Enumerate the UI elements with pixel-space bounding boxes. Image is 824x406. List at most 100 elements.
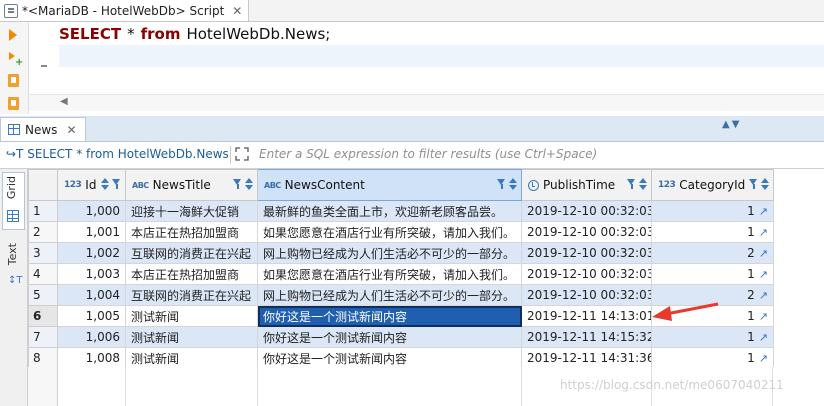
cell-newstitle[interactable]: 测试新闻 bbox=[125, 347, 258, 369]
cell-newscontent[interactable]: 如果您愿意在酒店行业有所突破，请加入我们。 bbox=[257, 263, 522, 285]
row-number[interactable]: 6 bbox=[28, 305, 58, 327]
cell-publishtime[interactable]: 2019-12-10 00:32:03 bbox=[521, 221, 652, 243]
cell-categoryid[interactable]: 1 ↗ bbox=[651, 263, 774, 285]
close-icon[interactable]: ✕ bbox=[232, 4, 242, 18]
execute-statement-button[interactable] bbox=[7, 28, 21, 42]
cell-newstitle[interactable]: 测试新闻 bbox=[125, 305, 258, 327]
filter-icon[interactable] bbox=[749, 178, 758, 190]
cell-newstitle[interactable]: 互联网的消费正在兴起 bbox=[125, 242, 258, 264]
row-number[interactable]: 7 bbox=[28, 326, 58, 348]
cell-publishtime[interactable]: 2019-12-10 00:32:03 bbox=[521, 284, 652, 306]
cell-categoryid[interactable]: 2 ↗ bbox=[651, 242, 774, 264]
cell-newstitle[interactable]: 互联网的消费正在兴起 bbox=[125, 284, 258, 306]
cell-newstitle[interactable]: 本店正在热招加盟商 bbox=[125, 221, 258, 243]
table-row[interactable]: 7 1,006 测试新闻 你好这是一个测试新闻内容 2019-12-11 14:… bbox=[28, 326, 774, 348]
cell-newscontent[interactable]: 网上购物已经成为人们生活必不可少的一部分。 bbox=[257, 242, 522, 264]
filter-sql-label[interactable]: ↪T SELECT * from HotelWebDb.News bbox=[6, 147, 229, 161]
row-number-header[interactable] bbox=[28, 169, 58, 201]
filter-icon[interactable] bbox=[497, 178, 506, 190]
cell-id[interactable]: 1,006 bbox=[57, 326, 126, 348]
filter-icon[interactable] bbox=[233, 178, 242, 190]
sort-icon[interactable] bbox=[101, 178, 109, 190]
filter-icon[interactable] bbox=[112, 178, 121, 190]
cell-id[interactable]: 1,003 bbox=[57, 263, 126, 285]
column-header-newscontent[interactable]: ABC NewsContent bbox=[257, 169, 522, 201]
cell-categoryid[interactable]: 1 ↗ bbox=[651, 347, 774, 369]
sort-icon[interactable] bbox=[245, 178, 253, 190]
cell-publishtime[interactable]: 2019-12-11 14:13:01 bbox=[521, 305, 652, 327]
table-row[interactable]: 4 1,003 本店正在热招加盟商 如果您愿意在酒店行业有所突破，请加入我们。 … bbox=[28, 263, 774, 285]
cell-newscontent[interactable]: 最新鲜的鱼类全面上市，欢迎新老顾客品尝。 bbox=[257, 200, 522, 222]
cell-newstitle[interactable]: 迎接十一海鲜大促销 bbox=[125, 200, 258, 222]
text-type-icon: ABC bbox=[264, 180, 281, 190]
filter-icon[interactable] bbox=[627, 178, 636, 190]
row-number[interactable]: 4 bbox=[28, 263, 58, 285]
category-value: 1 bbox=[747, 204, 755, 218]
sort-icon[interactable] bbox=[639, 178, 647, 190]
foreign-key-link-icon[interactable]: ↗ bbox=[759, 247, 768, 260]
table-row[interactable]: 8 1,008 测试新闻 你好这是一个测试新闻内容 2019-12-11 14:… bbox=[28, 347, 774, 369]
column-header-categoryid[interactable]: 123 CategoryId bbox=[651, 169, 774, 201]
header-row: 123 Id ABC NewsTitle ABC NewsContent Pub… bbox=[28, 169, 774, 201]
foreign-key-link-icon[interactable]: ↗ bbox=[759, 289, 768, 302]
row-number[interactable]: 2 bbox=[28, 221, 58, 243]
scroll-left-icon[interactable]: ◀ bbox=[60, 96, 68, 107]
cell-id[interactable]: 1,002 bbox=[57, 242, 126, 264]
execute-in-new-tab-button[interactable]: + bbox=[7, 51, 23, 68]
results-tab-news[interactable]: News ✕ bbox=[0, 117, 86, 141]
foreign-key-link-icon[interactable]: ↗ bbox=[759, 331, 768, 344]
editor-horizontal-scrollbar[interactable] bbox=[29, 94, 824, 111]
cell-id[interactable]: 1,008 bbox=[57, 347, 126, 369]
cell-newscontent[interactable]: 如果您愿意在酒店行业有所突破，请加入我们。 bbox=[257, 221, 522, 243]
results-grid[interactable]: 123 Id ABC NewsTitle ABC NewsContent Pub… bbox=[28, 169, 774, 369]
cell-publishtime[interactable]: 2019-12-11 14:31:36 bbox=[521, 347, 652, 369]
row-number[interactable]: 5 bbox=[28, 284, 58, 306]
cell-id[interactable]: 1,001 bbox=[57, 221, 126, 243]
sql-line-1[interactable]: SELECT * from HotelWebDb.News; bbox=[59, 24, 330, 44]
column-header-newstitle[interactable]: ABC NewsTitle bbox=[125, 169, 258, 201]
row-number[interactable]: 8 bbox=[28, 347, 58, 369]
cell-newstitle[interactable]: 本店正在热招加盟商 bbox=[125, 263, 258, 285]
sort-icon[interactable] bbox=[509, 178, 517, 190]
cell-id[interactable]: 1,004 bbox=[57, 284, 126, 306]
cell-newscontent-selected[interactable]: 你好这是一个测试新闻内容 bbox=[257, 305, 522, 327]
close-icon[interactable]: ✕ bbox=[66, 123, 76, 137]
cell-publishtime[interactable]: 2019-12-11 14:15:32 bbox=[521, 326, 652, 348]
table-row[interactable]: 1 1,000 迎接十一海鲜大促销 最新鲜的鱼类全面上市，欢迎新老顾客品尝。 2… bbox=[28, 200, 774, 222]
execute-script-button[interactable] bbox=[7, 74, 21, 88]
cell-id[interactable]: 1,000 bbox=[57, 200, 126, 222]
expand-icon[interactable] bbox=[235, 147, 249, 161]
cell-publishtime[interactable]: 2019-12-10 00:32:03 bbox=[521, 263, 652, 285]
cell-categoryid[interactable]: 1 ↗ bbox=[651, 326, 774, 348]
clock-icon bbox=[528, 179, 539, 191]
row-number[interactable]: 1 bbox=[28, 200, 58, 222]
foreign-key-link-icon[interactable]: ↗ bbox=[759, 205, 768, 218]
cell-newscontent[interactable]: 你好这是一个测试新闻内容 bbox=[257, 347, 522, 369]
row-number[interactable]: 3 bbox=[28, 242, 58, 264]
column-header-label: NewsTitle bbox=[152, 178, 211, 192]
editor-tab-title: *<MariaDB - HotelWebDb> Script bbox=[22, 3, 225, 18]
foreign-key-link-icon[interactable]: ↗ bbox=[759, 268, 768, 281]
cell-id[interactable]: 1,005 bbox=[57, 305, 126, 327]
table-row[interactable]: 2 1,001 本店正在热招加盟商 如果您愿意在酒店行业有所突破，请加入我们。 … bbox=[28, 221, 774, 243]
table-row[interactable]: 3 1,002 互联网的消费正在兴起 网上购物已经成为人们生活必不可少的一部分。… bbox=[28, 242, 774, 264]
column-header-id[interactable]: 123 Id bbox=[57, 169, 126, 201]
cell-publishtime[interactable]: 2019-12-10 00:32:03 bbox=[521, 242, 652, 264]
cell-categoryid[interactable]: 1 ↗ bbox=[651, 200, 774, 222]
editor-tab-script[interactable]: *<MariaDB - HotelWebDb> Script ✕ bbox=[0, 0, 249, 21]
column-header-publishtime[interactable]: PublishTime bbox=[521, 169, 652, 201]
foreign-key-link-icon[interactable]: ↗ bbox=[759, 310, 768, 323]
foreign-key-link-icon[interactable]: ↗ bbox=[759, 226, 768, 239]
cell-publishtime[interactable]: 2019-12-10 00:32:03 bbox=[521, 200, 652, 222]
view-menu-icon[interactable]: ▲▼ bbox=[722, 119, 741, 130]
cell-categoryid[interactable]: 1 ↗ bbox=[651, 221, 774, 243]
cell-newstitle[interactable]: 测试新闻 bbox=[125, 326, 258, 348]
tab-text[interactable]: Text bbox=[6, 243, 19, 265]
filter-input[interactable] bbox=[255, 143, 823, 165]
foreign-key-link-icon[interactable]: ↗ bbox=[759, 352, 768, 365]
execute-script-new-tab-button[interactable] bbox=[7, 97, 21, 111]
cell-newscontent[interactable]: 网上购物已经成为人们生活必不可少的一部分。 bbox=[257, 284, 522, 306]
sort-icon[interactable] bbox=[761, 178, 769, 190]
category-value: 1 bbox=[747, 351, 755, 365]
cell-newscontent[interactable]: 你好这是一个测试新闻内容 bbox=[257, 326, 522, 348]
